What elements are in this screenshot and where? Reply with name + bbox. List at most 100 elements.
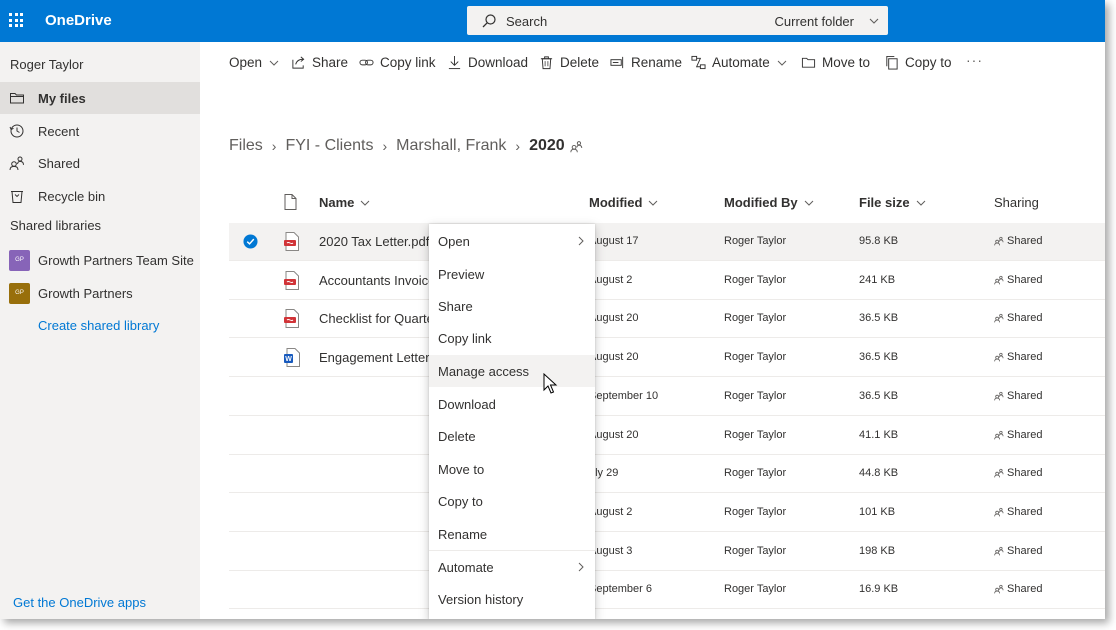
automate-button[interactable]: Automate [691,55,787,70]
people-icon [994,507,1004,517]
download-button[interactable]: Download [447,55,528,70]
table-row[interactable]: September 6 Roger Taylor 16.9 KB Shared [229,571,1105,609]
file-size: 36.5 KB [859,312,899,324]
context-menu-open[interactable]: Open [429,225,595,257]
rename-button[interactable]: Rename [610,55,682,70]
context-menu-version-history[interactable]: Version history [429,583,595,615]
breadcrumb: Files › FYI - Clients › Marshall, Frank … [229,137,583,155]
file-name[interactable]: Checklist for Quarter [319,311,438,326]
breadcrumb-item[interactable]: FYI - Clients [285,137,373,155]
column-header-modified[interactable]: Modified [589,195,658,210]
share-button[interactable]: Share [291,55,348,70]
menu-item-label: Copy link [438,331,492,346]
context-menu-manage-access[interactable]: Manage access [429,355,595,387]
file-sharing[interactable]: Shared [994,235,1042,247]
table-row[interactable]: uly 29 Roger Taylor 44.8 KB Shared [229,455,1105,493]
table-row[interactable]: August 20 Roger Taylor 41.1 KB Shared [229,417,1105,455]
context-menu-delete[interactable]: Delete [429,420,595,452]
create-shared-library-link[interactable]: Create shared library [38,318,159,333]
nav-item-my-files[interactable]: My files [0,82,200,114]
search-box[interactable]: Search Current folder [467,6,888,35]
context-menu-copy-link[interactable]: Copy link [429,322,595,354]
table-row[interactable]: W Engagement Letter.d August 20 Roger Ta… [229,339,1105,377]
share-icon [292,56,305,69]
file-modified: August 2 [589,506,633,518]
app-brand[interactable]: OneDrive [45,12,112,29]
breadcrumb-item[interactable]: Marshall, Frank [396,137,506,155]
file-sharing[interactable]: Shared [994,312,1042,324]
nav-item-recycle-bin[interactable]: Recycle bin [0,180,200,212]
history-icon [9,124,24,138]
column-header-modified-by[interactable]: Modified By [724,195,814,210]
link-icon [359,59,374,66]
file-size: 198 KB [859,545,896,557]
context-menu-rename[interactable]: Rename [429,518,595,550]
context-menu-preview[interactable]: Preview [429,258,595,290]
file-sharing[interactable]: Shared [994,467,1042,479]
copy-to-button[interactable]: Copy to [884,55,952,70]
open-button[interactable]: Open [229,55,279,70]
move-to-button[interactable]: Move to [801,55,870,70]
column-header-file-size[interactable]: File size [859,195,926,210]
sharing-label: Shared [1007,506,1043,518]
table-row[interactable]: September 10 Roger Taylor 36.5 KB Shared [229,378,1105,416]
table-row[interactable]: August 3 Roger Taylor 198 KB Shared [229,533,1105,571]
get-onedrive-apps-link[interactable]: Get the OneDrive apps [13,595,146,610]
recycle-bin-icon [11,191,23,203]
table-row[interactable]: 2020 Tax Letter.pdf August 17 Roger Tayl… [229,223,1105,261]
more-options-icon[interactable]: ··· [966,52,983,68]
context-menu: Open Preview Share Copy link Manage acce… [429,224,595,619]
file-sharing[interactable]: Shared [994,545,1042,557]
file-name[interactable]: Accountants Invoice [319,273,435,288]
file-sharing[interactable]: Shared [994,583,1042,595]
copy-link-button[interactable]: Copy link [359,55,436,70]
checkmark-icon[interactable] [243,234,258,249]
library-growth-partners-team-site[interactable]: GP Growth Partners Team Site [0,244,200,276]
table-row[interactable]: Accountants Invoice August 2 Roger Taylo… [229,262,1105,300]
column-header-sharing[interactable]: Sharing [994,195,1039,210]
file-sharing[interactable]: Shared [994,390,1042,402]
context-menu-share[interactable]: Share [429,290,595,322]
rename-icon [610,56,624,69]
context-menu-download[interactable]: Download [429,388,595,420]
chevron-down-icon [361,200,370,206]
delete-button[interactable]: Delete [539,55,599,70]
file-size: 44.8 KB [859,467,899,479]
nav-item-recent[interactable]: Recent [0,115,200,147]
file-sharing[interactable]: Shared [994,351,1042,363]
move-icon [801,57,816,68]
column-header-name[interactable]: Name [319,195,370,210]
svg-text:W: W [285,356,292,363]
file-modified-by: Roger Taylor [724,583,787,595]
context-menu-move-to[interactable]: Move to [429,453,595,485]
file-name[interactable]: 2020 Tax Letter.pdf [319,234,429,249]
search-placeholder[interactable]: Search [506,14,547,29]
sharing-label: Shared [1007,545,1043,557]
file-name[interactable]: Engagement Letter.d [319,350,440,365]
chevron-down-icon [269,60,279,66]
nav-item-shared[interactable]: Shared [0,147,200,179]
breadcrumb-item[interactable]: Files [229,137,263,155]
search-scope[interactable]: Current folder [775,14,854,29]
breadcrumb-separator-icon: › [271,138,277,154]
chevron-down-icon[interactable] [868,15,880,27]
file-sharing[interactable]: Shared [994,506,1042,518]
file-sharing[interactable]: Shared [994,429,1042,441]
shared-folder-icon [569,140,582,152]
app-launcher-icon[interactable] [9,13,23,27]
context-menu-copy-to[interactable]: Copy to [429,485,595,517]
mouse-cursor-icon [543,373,558,394]
table-row[interactable]: August 2 Roger Taylor 101 KB Shared [229,494,1105,532]
sharing-label: Shared [1007,429,1043,441]
file-modified: August 20 [589,429,639,441]
menu-item-label: Move to [438,462,485,477]
word-file-icon: W [284,348,300,367]
context-menu-automate[interactable]: Automate [429,551,595,583]
library-growth-partners[interactable]: GP Growth Partners [0,277,200,309]
menu-item-label: Open [438,234,470,249]
file-sharing[interactable]: Shared [994,274,1042,286]
file-size: 95.8 KB [859,235,899,247]
file-type-icon[interactable] [284,194,297,210]
command-label: Share [312,55,349,70]
table-row[interactable]: Checklist for Quarter August 20 Roger Ta… [229,300,1105,338]
